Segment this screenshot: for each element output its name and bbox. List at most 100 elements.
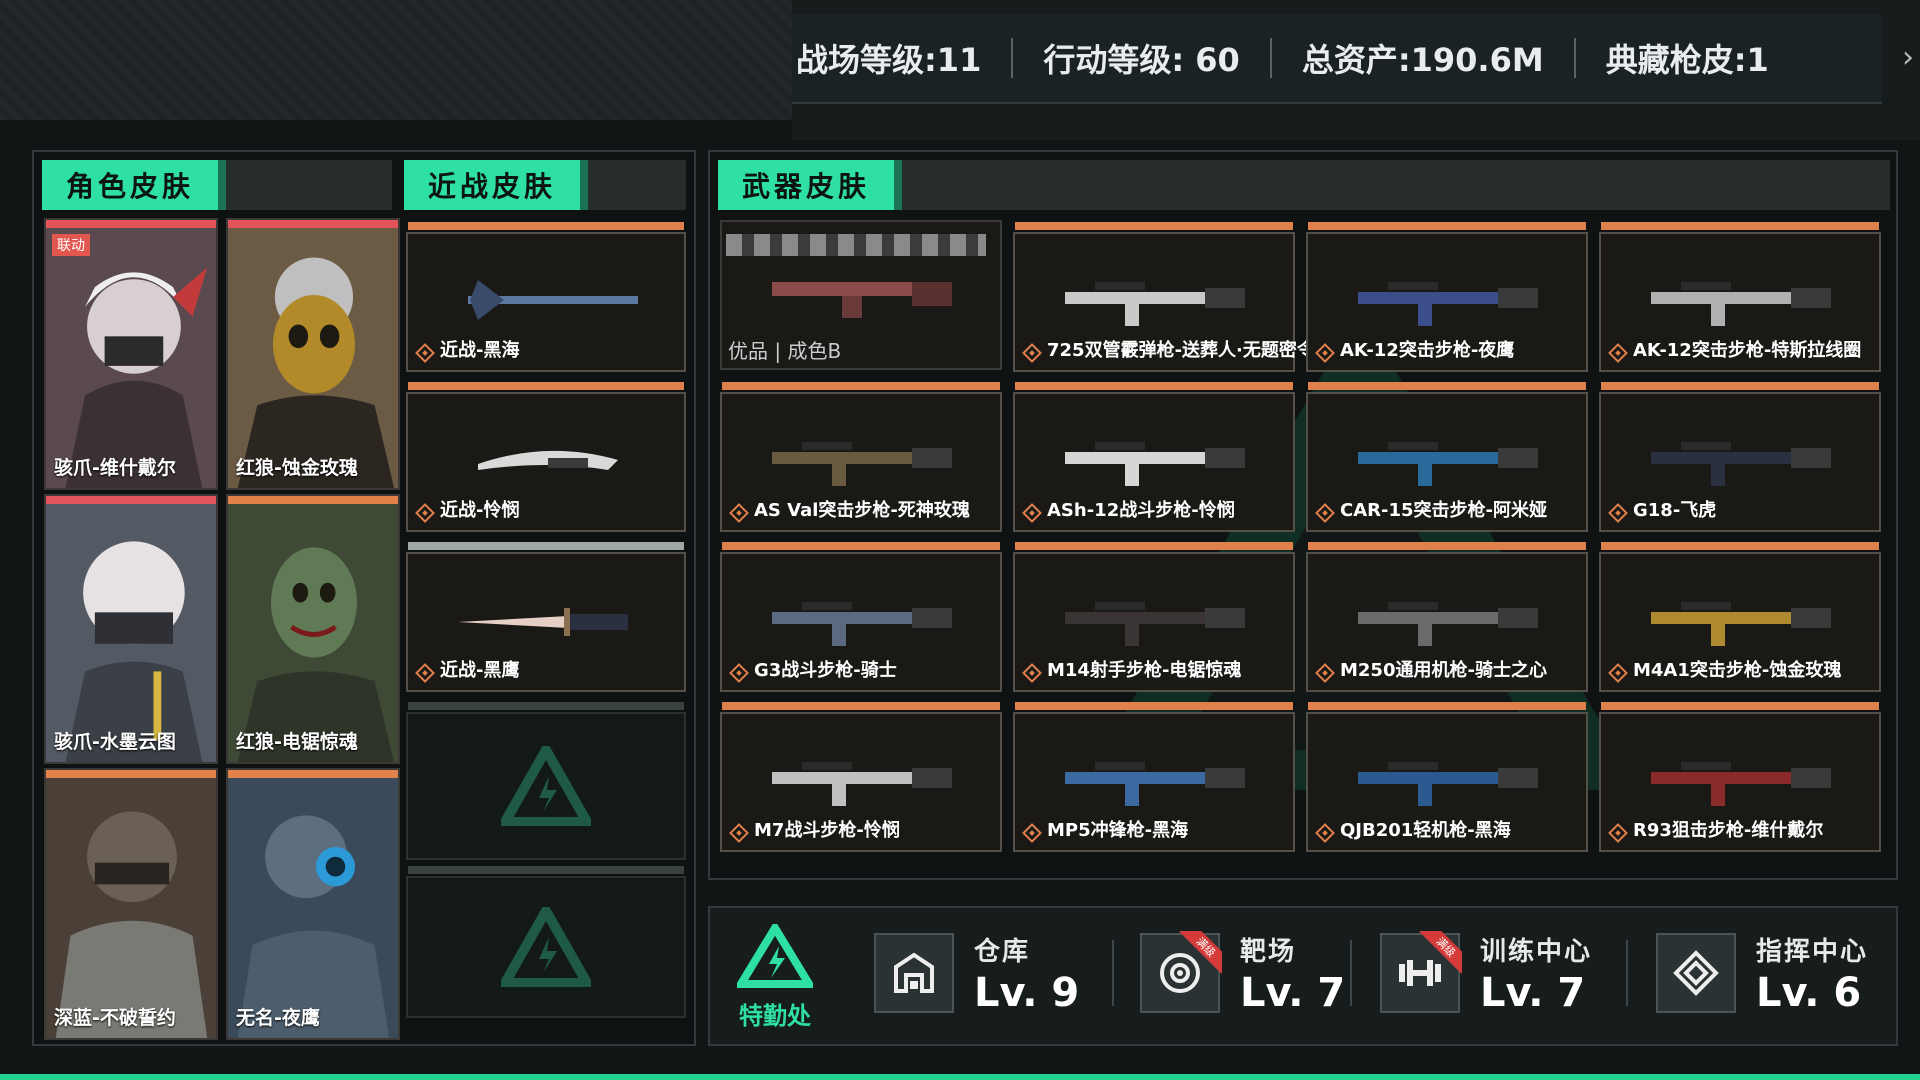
facility-level: Lv. 7 [1240,969,1346,1016]
collab-tag: 联动 [52,234,90,256]
featured-weapon-card[interactable]: 优品 | 成色B [720,220,1002,370]
character-portrait [228,778,398,1038]
character-skin-card[interactable]: 红狼-蚀金玫瑰 [226,218,400,490]
skin-quality-icon [1608,503,1628,523]
skin-name: 725双管霰弹枪-送葬人·无题密令 [1047,340,1315,361]
character-skin-card[interactable]: 红狼-电锯惊魂 [226,494,400,764]
facility-level: Lv. 7 [1480,969,1586,1016]
skin-name: 骇爪-维什戴尔 [54,457,176,479]
agency-logo-icon [501,907,591,987]
melee-skin-card[interactable]: 近战-怜悯 [406,382,686,532]
weapon-skin-card[interactable]: 725双管霰弹枪-送葬人·无题密令 [1013,222,1315,372]
weapon-skin-card[interactable]: AK-12突击步枪-特斯拉线圈 [1599,222,1881,372]
facility-level: Lv. 9 [974,969,1080,1016]
section-title: 近战皮肤 [404,160,589,210]
skin-name: 近战-黑鹰 [440,660,520,681]
weapon-skins-header: 武器皮肤 [718,160,1890,210]
melee-skin-card[interactable]: 近战-黑海 [406,222,686,372]
melee-weapon-image [468,280,638,320]
weapon-skin-card[interactable]: ASh-12战斗步枪-怜悯 [1013,382,1295,532]
agency-logo-icon [501,746,591,826]
weapon-skin-card[interactable]: G3战斗步枪-骑士 [720,542,1002,692]
facility-name: 靶场 [1240,936,1297,967]
skin-quality-icon [1315,663,1335,683]
skin-quality-icon [415,663,435,683]
skin-name: 深蓝-不破誓约 [54,1007,176,1029]
skin-name: G18-飞虎 [1633,500,1717,521]
character-portrait [46,778,216,1038]
weapon-skin-card[interactable]: G18-飞虎 [1599,382,1881,532]
skin-quality-icon [1608,343,1628,363]
character-skin-card[interactable]: 联动 骇爪-维什戴尔 [44,218,218,490]
character-skin-card[interactable]: 无名-夜鹰 [226,768,400,1040]
melee-weapon-image [478,450,618,470]
weapon-skin-card[interactable]: R93狙击步枪-维什戴尔 [1599,702,1881,852]
skin-name: 近战-黑海 [440,340,520,361]
divider [1626,940,1628,1006]
weapon-image [1065,602,1245,646]
character-skins-header: 角色皮肤 [42,160,392,210]
weapon-image [1065,282,1245,326]
weapon-skin-card[interactable]: QJB201轻机枪-黑海 [1306,702,1588,852]
facility-bar: 特勤处 仓库 Lv. 9 满级 靶场 Lv. 7 满级 训练中心 Lv. 7 指… [708,906,1898,1046]
special-ops-agency[interactable]: 特勤处 [730,920,820,1031]
weapon-image [1651,442,1831,486]
divider [1112,940,1114,1006]
skin-quality-icon [1022,343,1042,363]
character-skin-card[interactable]: 骇爪-水墨云图 [44,494,218,764]
section-title: 武器皮肤 [718,160,903,210]
weapon-image [772,442,952,486]
chevron-right-icon[interactable]: › [1902,40,1914,75]
max-level-badge: 满级 [1176,931,1222,977]
weapon-skin-card[interactable]: M14射手步枪-电锯惊魂 [1013,542,1295,692]
weapon-skin-card[interactable]: M4A1突击步枪-蚀金玫瑰 [1599,542,1881,692]
skin-quality-icon [1022,663,1042,683]
skin-name: AK-12突击步枪-夜鹰 [1340,340,1515,361]
weapon-image [1358,602,1538,646]
skin-quality-icon [729,503,749,523]
collection-skins: 典藏枪皮:1 [1605,41,1769,79]
weapon-skin-card[interactable]: CAR-15突击步枪-阿米娅 [1306,382,1588,532]
section-title: 角色皮肤 [42,160,227,210]
empty-melee-slot [406,866,686,1018]
bottom-accent-line [0,1074,1920,1080]
weapon-skin-card[interactable]: AK-12突击步枪-夜鹰 [1306,222,1588,372]
warehouse-icon [874,933,954,1013]
weapon-skin-card[interactable]: AS Val突击步枪-死神玫瑰 [720,382,1002,532]
weapon-image [1065,762,1245,806]
facility-training-center[interactable]: 满级 训练中心 Lv. 7 [1380,924,1592,1022]
skin-quality-icon [415,343,435,363]
facility-warehouse[interactable]: 仓库 Lv. 9 [874,924,1079,1022]
total-assets: 总资产:190.6M [1301,41,1544,79]
character-portrait [228,504,398,762]
weapon-image [1065,442,1245,486]
facility-level: Lv. 6 [1756,969,1862,1016]
weapon-image [772,602,952,646]
character-skin-card[interactable]: 深蓝-不破誓约 [44,768,218,1040]
weapon-skin-card[interactable]: M7战斗步枪-怜悯 [720,702,1002,852]
melee-skin-card[interactable]: 近战-黑鹰 [406,542,686,692]
facility-shooting-range[interactable]: 满级 靶场 Lv. 7 [1140,924,1345,1022]
skin-name: R93狙击步枪-维什戴尔 [1633,820,1824,841]
weapon-image [1358,442,1538,486]
skin-name: 近战-怜悯 [440,500,520,521]
skin-name: M14射手步枪-电锯惊魂 [1047,660,1242,681]
skin-quality-icon [729,663,749,683]
weapon-skin-card[interactable]: M250通用机枪-骑士之心 [1306,542,1588,692]
skin-quality-icon [1608,663,1628,683]
skin-quality-icon [1315,503,1335,523]
skin-quality-icon [1608,823,1628,843]
skin-quality-icon [729,823,749,843]
skin-quality-icon [415,503,435,523]
skin-quality-icon [1022,823,1042,843]
facility-command-center[interactable]: 指挥中心 Lv. 6 [1656,924,1868,1022]
command-icon [1656,933,1736,1013]
weapon-image [1358,282,1538,326]
skin-name: 红狼-蚀金玫瑰 [236,457,358,479]
skin-name: AS Val突击步枪-死神玫瑰 [754,500,970,521]
skin-quality-icon [1315,343,1335,363]
weapon-skin-card[interactable]: MP5冲锋枪-黑海 [1013,702,1295,852]
skin-name: MP5冲锋枪-黑海 [1047,820,1189,841]
skin-name: M4A1突击步枪-蚀金玫瑰 [1633,660,1842,681]
melee-skins-header: 近战皮肤 [404,160,686,210]
